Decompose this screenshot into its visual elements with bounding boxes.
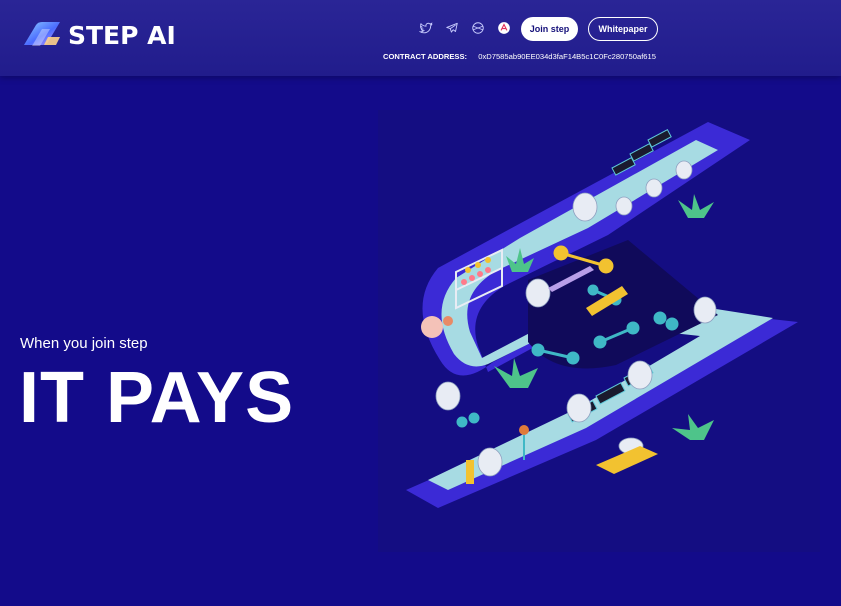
- social-links: [418, 20, 522, 36]
- gym-illustration: [406, 122, 798, 508]
- contract-address-label: CONTRACT ADDRESS:: [383, 52, 468, 61]
- contract-address-value[interactable]: 0xD7585ab90EE034d3faF14B5c1C0Fc280750af6…: [478, 52, 656, 61]
- join-step-button[interactable]: Join step: [521, 17, 578, 41]
- hero-tagline: When you join step: [20, 335, 148, 352]
- hero-headline: IT PAYS: [19, 358, 295, 438]
- dapp-icon[interactable]: [496, 20, 512, 36]
- brand-name: STEP AI: [68, 20, 176, 50]
- contract-address-row: CONTRACT ADDRESS: 0xD7585ab90EE034d3faF1…: [383, 52, 656, 61]
- yoga-ball: [421, 316, 443, 338]
- kettlebell: [443, 316, 453, 326]
- brand-logo[interactable]: STEP AI: [20, 18, 176, 52]
- twitter-icon[interactable]: [418, 20, 434, 36]
- whitepaper-button[interactable]: Whitepaper: [588, 17, 658, 41]
- telegram-icon[interactable]: [444, 20, 460, 36]
- hero-illustration: [378, 110, 820, 552]
- punch-bag: [519, 425, 529, 435]
- step-logo-icon: [24, 22, 60, 46]
- site-header: STEP AI Join step Whitepaper CONTRACT AD…: [0, 0, 841, 76]
- globe-icon[interactable]: [470, 20, 486, 36]
